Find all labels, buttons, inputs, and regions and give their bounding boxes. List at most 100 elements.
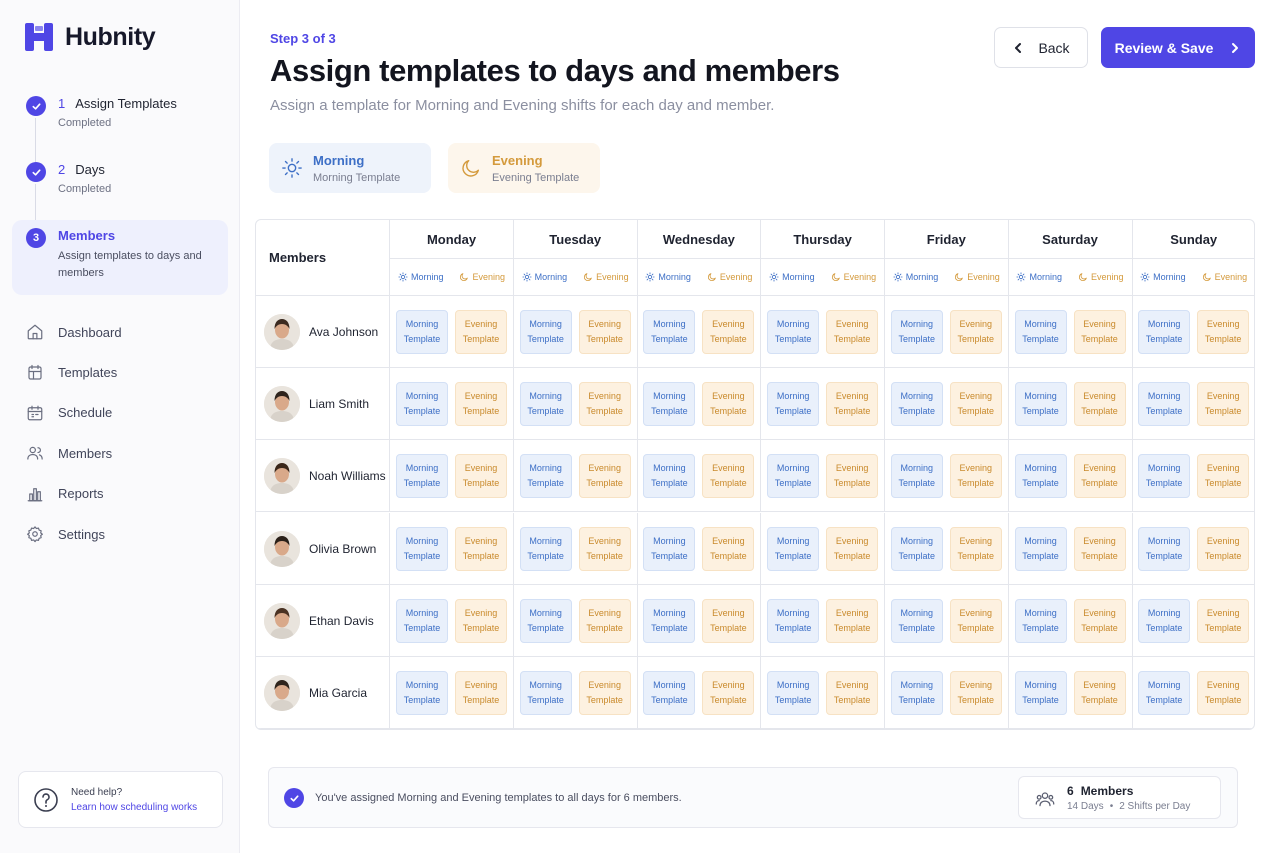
morning-template-chip[interactable]: Morning Template <box>396 526 448 571</box>
morning-template-chip[interactable]: Morning Template <box>1014 598 1067 643</box>
evening-template-chip[interactable]: Evening Template <box>578 526 631 571</box>
morning-template-chip[interactable]: Morning Template <box>1138 382 1191 427</box>
nav-item-settings[interactable]: Settings <box>12 514 228 554</box>
evening-template-chip[interactable]: Evening Template <box>455 454 507 499</box>
morning-template-chip[interactable]: Morning Template <box>767 454 820 499</box>
evening-template-chip[interactable]: Evening Template <box>1197 526 1250 571</box>
evening-template-chip[interactable]: Evening Template <box>455 382 507 427</box>
step-2[interactable]: 2 Days Completed <box>12 154 228 228</box>
evening-template-chip[interactable]: Evening Template <box>578 598 631 643</box>
nav-item-dashboard[interactable]: Dashboard <box>12 312 228 352</box>
morning-template-chip[interactable]: Morning Template <box>519 671 572 715</box>
morning-template-chip[interactable]: Morning Template <box>1014 310 1067 354</box>
evening-template-chip[interactable]: Evening Template <box>949 454 1002 499</box>
evening-template-chip[interactable]: Evening Template <box>455 526 507 571</box>
evening-template-chip[interactable]: Evening Template <box>949 310 1002 354</box>
evening-template-chip[interactable]: Evening Template <box>702 310 755 354</box>
morning-template-chip[interactable]: Morning Template <box>519 526 572 571</box>
morning-template-chip[interactable]: Morning Template <box>396 671 448 715</box>
evening-template-chip[interactable]: Evening Template <box>578 671 631 715</box>
morning-template-chip[interactable]: Morning Template <box>767 671 820 715</box>
evening-template-chip[interactable]: Evening Template <box>1197 598 1250 643</box>
evening-template-chip[interactable]: Evening Template <box>455 310 507 354</box>
evening-template-chip[interactable]: Evening Template <box>949 526 1002 571</box>
back-button[interactable]: Back <box>994 27 1088 68</box>
evening-template-chip[interactable]: Evening Template <box>1073 598 1126 643</box>
review-save-button[interactable]: Review & Save <box>1101 27 1255 68</box>
morning-template-chip[interactable]: Morning Template <box>1014 454 1067 499</box>
morning-template-chip[interactable]: Morning Template <box>890 671 943 715</box>
evening-template-chip[interactable]: Evening Template <box>1197 671 1250 715</box>
evening-template-chip[interactable]: Evening Template <box>578 454 631 499</box>
step-3[interactable]: 3 Members Assign templates to days and m… <box>12 220 228 295</box>
nav-item-templates[interactable]: Templates <box>12 352 228 392</box>
morning-template-chip[interactable]: Morning Template <box>1138 526 1191 571</box>
evening-template-chip[interactable]: Evening Template <box>826 526 879 571</box>
morning-template-chip[interactable]: Morning Template <box>890 310 943 354</box>
evening-template-chip[interactable]: Evening Template <box>826 671 879 715</box>
help-link[interactable]: Learn how scheduling works <box>71 802 197 813</box>
morning-template-chip[interactable]: Morning Template <box>767 598 820 643</box>
evening-template-chip[interactable]: Evening Template <box>1073 454 1126 499</box>
evening-template-chip[interactable]: Evening Template <box>702 671 755 715</box>
evening-template-chip[interactable]: Evening Template <box>949 671 1002 715</box>
morning-template-chip[interactable]: Morning Template <box>767 310 820 354</box>
morning-template-chip[interactable]: Morning Template <box>767 526 820 571</box>
evening-template-chip[interactable]: Evening Template <box>826 454 879 499</box>
evening-template-chip[interactable]: Evening Template <box>702 454 755 499</box>
morning-template-chip[interactable]: Morning Template <box>643 526 696 571</box>
evening-template-chip[interactable]: Evening Template <box>1073 671 1126 715</box>
evening-template-chip[interactable]: Evening Template <box>949 598 1002 643</box>
morning-template-chip[interactable]: Morning Template <box>767 382 820 427</box>
morning-template-chip[interactable]: Morning Template <box>890 454 943 499</box>
morning-template-chip[interactable]: Morning Template <box>643 671 696 715</box>
morning-template-chip[interactable]: Morning Template <box>1014 526 1067 571</box>
evening-template-chip[interactable]: Evening Template <box>578 382 631 427</box>
evening-template-chip[interactable]: Evening Template <box>826 598 879 643</box>
morning-template-chip[interactable]: Morning Template <box>396 382 448 427</box>
morning-template-chip[interactable]: Morning Template <box>890 526 943 571</box>
morning-template-chip[interactable]: Morning Template <box>396 598 448 643</box>
evening-template-chip[interactable]: Evening Template <box>1073 310 1126 354</box>
morning-template-chip[interactable]: Morning Template <box>1014 671 1067 715</box>
morning-template-chip[interactable]: Morning Template <box>396 454 448 499</box>
morning-template-chip[interactable]: Morning Template <box>643 454 696 499</box>
morning-template-chip[interactable]: Morning Template <box>396 310 448 354</box>
legend-morning[interactable]: Morning Morning Template <box>269 143 431 193</box>
morning-template-chip[interactable]: Morning Template <box>519 598 572 643</box>
morning-template-chip[interactable]: Morning Template <box>519 454 572 499</box>
evening-template-chip[interactable]: Evening Template <box>826 382 879 427</box>
nav-item-schedule[interactable]: Schedule <box>12 393 228 433</box>
evening-template-chip[interactable]: Evening Template <box>455 671 507 715</box>
morning-template-chip[interactable]: Morning Template <box>519 382 572 427</box>
nav-item-reports[interactable]: Reports <box>12 474 228 514</box>
evening-template-chip[interactable]: Evening Template <box>578 310 631 354</box>
evening-template-chip[interactable]: Evening Template <box>1197 454 1250 499</box>
help-card[interactable]: Need help? Learn how scheduling works <box>18 771 223 828</box>
morning-template-chip[interactable]: Morning Template <box>1138 310 1191 354</box>
evening-template-chip[interactable]: Evening Template <box>1197 382 1250 427</box>
logo[interactable]: Hubnity <box>24 22 156 52</box>
evening-template-chip[interactable]: Evening Template <box>702 382 755 427</box>
step-1[interactable]: 1 Assign Templates Completed <box>12 88 228 162</box>
morning-template-chip[interactable]: Morning Template <box>1138 454 1191 499</box>
morning-template-chip[interactable]: Morning Template <box>1138 671 1191 715</box>
morning-template-chip[interactable]: Morning Template <box>890 382 943 427</box>
nav-item-members[interactable]: Members <box>12 433 228 473</box>
morning-template-chip[interactable]: Morning Template <box>890 598 943 643</box>
evening-template-chip[interactable]: Evening Template <box>702 598 755 643</box>
evening-template-chip[interactable]: Evening Template <box>1073 526 1126 571</box>
morning-template-chip[interactable]: Morning Template <box>1014 382 1067 427</box>
morning-template-chip[interactable]: Morning Template <box>643 598 696 643</box>
morning-template-chip[interactable]: Morning Template <box>643 382 696 427</box>
evening-template-chip[interactable]: Evening Template <box>1197 310 1250 354</box>
morning-template-chip[interactable]: Morning Template <box>519 310 572 354</box>
evening-template-chip[interactable]: Evening Template <box>455 598 507 643</box>
morning-template-chip[interactable]: Morning Template <box>1138 598 1191 643</box>
evening-template-chip[interactable]: Evening Template <box>826 310 879 354</box>
evening-template-chip[interactable]: Evening Template <box>949 382 1002 427</box>
evening-template-chip[interactable]: Evening Template <box>1073 382 1126 427</box>
legend-evening[interactable]: Evening Evening Template <box>448 143 600 193</box>
morning-template-chip[interactable]: Morning Template <box>643 310 696 354</box>
evening-template-chip[interactable]: Evening Template <box>702 526 755 571</box>
